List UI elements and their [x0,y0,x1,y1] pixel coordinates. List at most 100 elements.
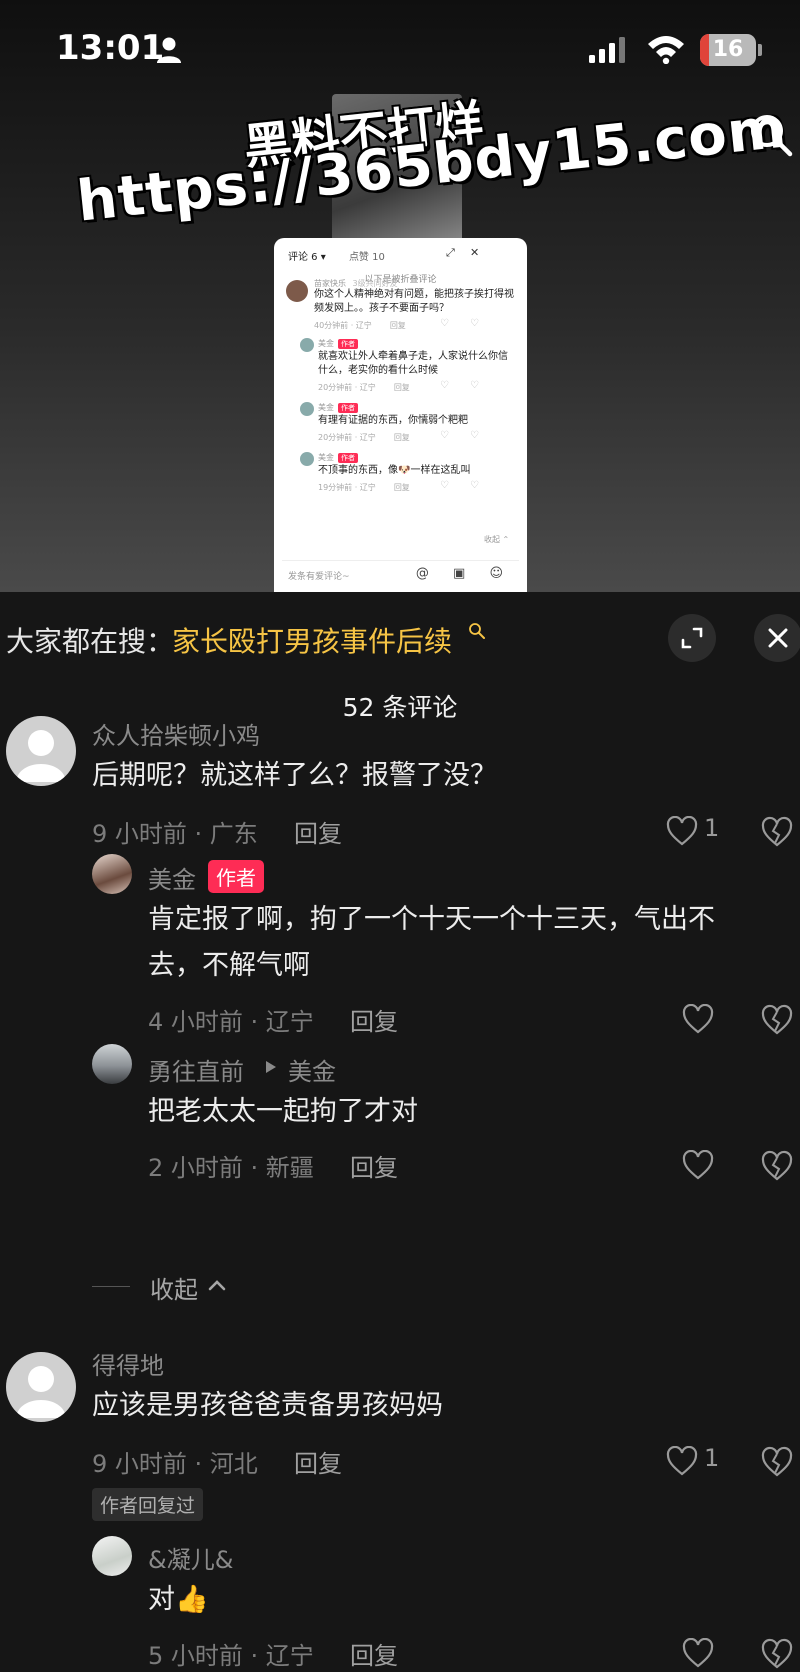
embedded-dislike-icon: ♡ [470,380,479,391]
embedded-avatar [300,402,314,416]
default-avatar-icon [16,730,66,782]
close-icon [768,628,788,648]
embedded-input-placeholder: 发条有爱评论~ [288,572,350,582]
collapse-divider [92,1286,130,1287]
reply-meta: 5 小时前 · 辽宁 [148,1642,314,1670]
reply-username[interactable]: &凝儿& [148,1540,233,1575]
embedded-comment-text: 你这个人精神绝对有问题，能把孩子挨打得视频发网上。。孩子不要面子吗？ [314,289,514,314]
embedded-dislike-icon: ♡ [470,480,479,491]
comment-text: 应该是男孩爸爸责备男孩妈妈 [92,1390,443,1421]
status-time: 13:01 [56,28,165,68]
embedded-heart-icon: ♡ [440,480,449,491]
comment-text: 后期呢？就这样了么？报警了没？ [92,760,497,791]
reply-text-line2: 去，不解气啊 [148,950,310,981]
avatar[interactable] [6,1352,76,1422]
trending-search-label: 大家都在搜： [6,625,175,658]
embedded-folded-hint: 以下是被折叠评论 [364,275,437,285]
embedded-comment-input: 发条有爱评论~ @ ▣ ☺ [282,560,519,588]
embedded-avatar [300,452,314,466]
dislike-icon[interactable] [760,1004,794,1036]
embedded-input-icons: @ ▣ ☺ [415,566,513,581]
reply-to-user[interactable]: 美金 [288,1052,336,1087]
video-player[interactable]: 评论 6 ▾ 点赞 10 ⤢ ✕ 以下是被折叠评论 苗家快乐 3级共同好友 你这… [0,0,800,592]
signal-icon [589,37,625,63]
author-replied-badge: 作者回复过 [92,1488,204,1521]
heart-icon[interactable] [682,1004,714,1034]
avatar[interactable] [6,716,76,786]
embedded-username: 美金 作者 [318,452,358,463]
embedded-tab-likes: 点赞 10 [348,252,385,263]
heart-icon[interactable] [666,816,698,846]
person-icon [157,37,181,63]
embedded-comment-text: 有理有证据的东西，你懦弱个粑粑 [318,415,468,426]
status-bar: 13:01 16 [0,0,800,100]
embedded-username: 美金 作者 [318,338,358,349]
heart-icon[interactable] [682,1150,714,1180]
app-screen: 评论 6 ▾ 点赞 10 ⤢ ✕ 以下是被折叠评论 苗家快乐 3级共同好友 你这… [0,0,800,1672]
reply-meta: 4 小时前 · 辽宁 [148,1008,314,1036]
avatar[interactable] [92,1536,132,1576]
embedded-comment-meta: 40分钟前 · 辽宁 回复 [314,321,406,330]
comment-username[interactable]: 众人拾柴顿小鸡 [92,716,260,751]
embedded-dislike-icon: ♡ [470,318,479,329]
trending-search-bar[interactable]: 大家都在搜： 家长殴打男孩事件后续 [0,592,800,684]
embedded-comment-text: 就喜欢让外人牵着鼻子走，人家说什么你信什么，老实你的看什么时候 [318,351,508,376]
embedded-avatar [286,280,308,302]
comment-sheet: 大家都在搜： 家长殴打男孩事件后续 52 条评论 众人拾柴顿小鸡 后期呢？就这样… [0,592,800,1672]
embedded-comment-meta: 20分钟前 · 辽宁 回复 [318,383,410,392]
reply-username[interactable]: 勇往直前 [148,1052,244,1087]
reply-button[interactable]: 回复 [294,814,342,849]
reply-button[interactable]: 回复 [294,1444,342,1479]
default-avatar-icon [16,1366,66,1418]
embedded-heart-icon: ♡ [440,318,449,329]
comment-username[interactable]: 得得地 [92,1346,164,1381]
embedded-comment-meta: 19分钟前 · 辽宁 回复 [318,483,410,492]
embedded-fold-label: 收起 ⌃ [484,535,510,544]
dislike-icon[interactable] [760,1150,794,1182]
embedded-dislike-icon: ♡ [470,430,479,441]
embedded-close-icon: ✕ [470,246,480,259]
reply-meta: 2 小时前 · 新疆 [148,1154,314,1182]
embedded-tabs: 评论 6 ▾ 点赞 10 [288,248,405,263]
embedded-comment-text: 不顶事的东西，像🐶一样在这乱叫 [318,465,471,476]
reply-text: 把老太太一起拘了才对 [148,1096,418,1127]
dislike-icon[interactable] [760,1446,794,1478]
battery-level-text: 16 [712,37,744,62]
battery-cap [758,44,762,56]
collapse-label: 收起 [150,1276,198,1304]
embedded-tab-comments: 评论 6 ▾ [288,252,326,263]
avatar[interactable] [92,1044,132,1084]
embedded-comment-meta: 20分钟前 · 辽宁 回复 [318,433,410,442]
reply-button[interactable]: 回复 [350,1148,398,1183]
wifi-icon [648,36,684,64]
avatar[interactable] [92,854,132,894]
battery-icon: 16 [700,34,756,66]
reply-username[interactable]: 美金 [148,860,196,895]
like-count: 1 [704,1444,720,1472]
search-icon[interactable] [748,112,794,158]
embedded-heart-icon: ♡ [440,430,449,441]
comment-meta: 9 小时前 · 广东 [92,820,258,848]
heart-icon[interactable] [682,1638,714,1668]
expand-icon [681,627,703,649]
embedded-username: 美金 作者 [318,402,358,413]
expand-button[interactable] [668,614,716,662]
heart-icon[interactable] [666,1446,698,1476]
embedded-comment-screenshot: 评论 6 ▾ 点赞 10 ⤢ ✕ 以下是被折叠评论 苗家快乐 3级共同好友 你这… [274,238,527,592]
dislike-icon[interactable] [760,816,794,848]
comment-meta: 9 小时前 · 河北 [92,1450,258,1478]
search-icon [469,623,485,639]
embedded-expand-icon: ⤢ [446,246,455,259]
reply-button[interactable]: 回复 [350,1636,398,1671]
reply-text-line1: 肯定报了啊，拘了一个十天一个十三天，气出不 [148,904,715,935]
dislike-icon[interactable] [760,1638,794,1670]
reply-text: 对👍 [148,1584,209,1615]
chevron-up-icon [208,1280,226,1291]
author-tag: 作者 [208,860,264,893]
embedded-heart-icon: ♡ [440,380,449,391]
reply-button[interactable]: 回复 [350,1002,398,1037]
embedded-avatar [300,338,314,352]
reply-arrow-icon [266,1061,276,1073]
close-button[interactable] [754,614,800,662]
trending-search-keyword[interactable]: 家长殴打男孩事件后续 [172,620,452,660]
